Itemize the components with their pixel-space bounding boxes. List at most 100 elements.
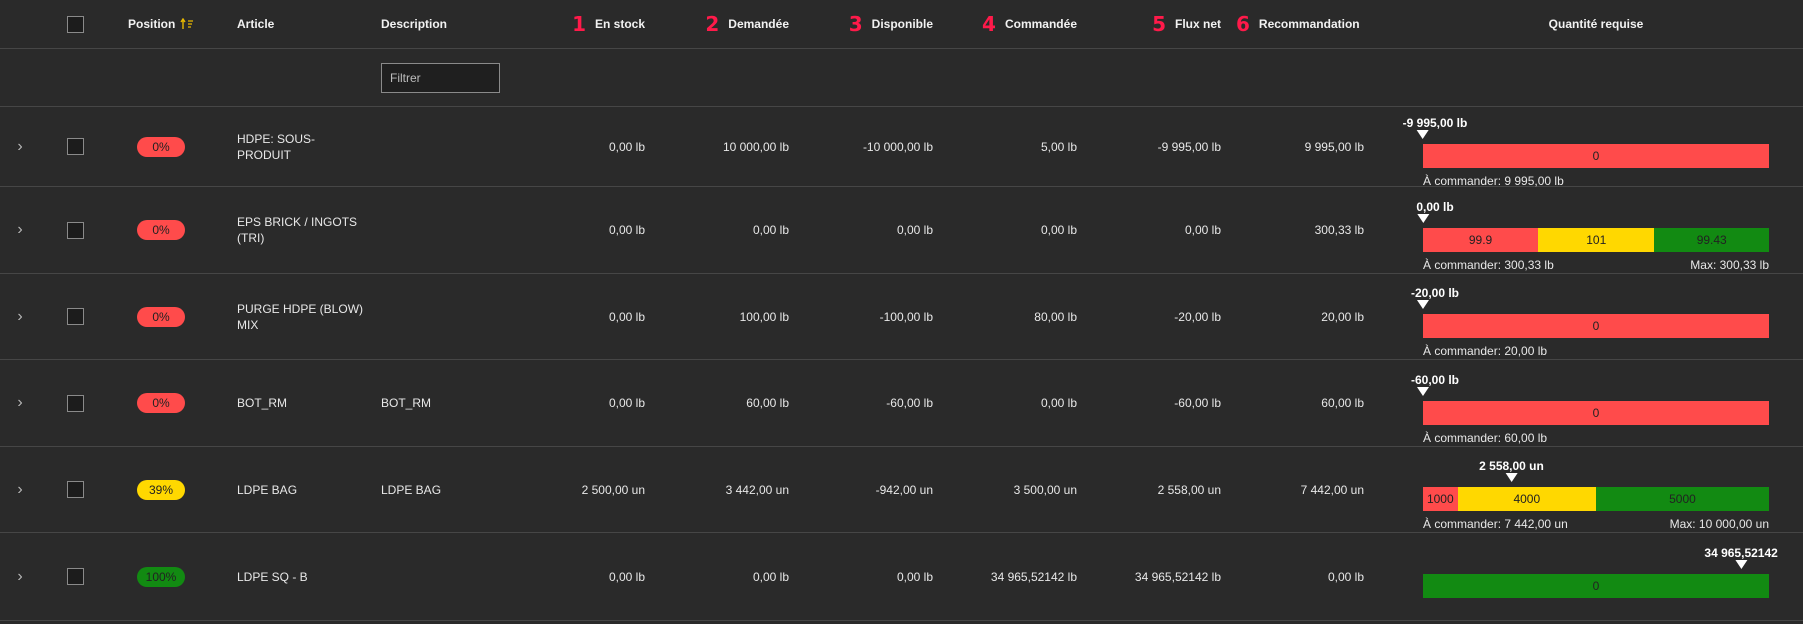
gauge-segment: 4000 bbox=[1457, 487, 1596, 511]
expand-chevron-icon[interactable]: › bbox=[17, 138, 22, 156]
commandee-cell: 3 500,00 un bbox=[1013, 482, 1077, 497]
column-header-label: Flux net bbox=[1174, 17, 1221, 31]
marker-label: -20,00 lb bbox=[1410, 286, 1460, 300]
required-quantity-gauge: 0,00 lb 99.9 101 99.43 À commander: 300,33 l… bbox=[1416, 187, 1771, 273]
article-name: LDPE BAG bbox=[237, 482, 298, 497]
column-header-label: Demandée bbox=[728, 17, 789, 31]
demandee-cell: 60,00 lb bbox=[746, 396, 789, 410]
sort-ascending-icon[interactable] bbox=[180, 18, 194, 30]
column-header-label: Quantité requise bbox=[1548, 17, 1644, 31]
disponible-cell: -100,00 lb bbox=[879, 309, 933, 324]
net-flow-marker: -60,00 lb bbox=[1399, 373, 1459, 396]
description-filter-input[interactable] bbox=[381, 63, 500, 93]
expand-chevron-icon[interactable]: › bbox=[17, 394, 22, 412]
filter-row bbox=[0, 49, 1803, 107]
table-row[interactable]: › 100% LDPE SQ - B 0,00 lb 0,00 lb 0,00 lb 34 … bbox=[0, 533, 1803, 621]
row-checkbox[interactable] bbox=[67, 568, 84, 585]
net-flow-marker: 0,00 lb bbox=[1404, 200, 1454, 223]
commandee-cell: 5,00 lb bbox=[1040, 139, 1077, 154]
disponible-cell: 0,00 lb bbox=[896, 223, 933, 237]
recommandation-cell: 7 442,00 un bbox=[1300, 482, 1364, 497]
position-badge: 0% bbox=[137, 393, 185, 413]
marker-triangle-icon bbox=[1505, 473, 1518, 482]
row-checkbox[interactable] bbox=[67, 308, 84, 325]
required-quantity-gauge: 34 965,52142 0 bbox=[1423, 533, 1778, 620]
gauge-bar: 1000 4000 5000 bbox=[1423, 487, 1769, 511]
gauge-bar: 0 bbox=[1423, 314, 1769, 338]
column-header-en-stock[interactable]: 1 En stock bbox=[540, 0, 645, 48]
flux-net-cell: -9 995,00 lb bbox=[1157, 139, 1221, 154]
marker-label: -60,00 lb bbox=[1410, 373, 1460, 387]
gauge-bar: 99.9 101 99.43 bbox=[1423, 228, 1769, 252]
gauge-footer: À commander: 20,00 lb bbox=[1423, 344, 1769, 358]
recommandation-cell: 20,00 lb bbox=[1321, 309, 1364, 324]
row-checkbox[interactable] bbox=[67, 221, 84, 239]
column-header-flux-net[interactable]: 5 Flux net bbox=[1120, 0, 1221, 48]
marker-triangle-icon bbox=[1735, 560, 1748, 569]
column-header-article[interactable]: Article bbox=[237, 0, 274, 48]
column-header-recommandation[interactable]: 6 Recommandation bbox=[1236, 0, 1360, 48]
disponible-cell: 0,00 lb bbox=[896, 569, 933, 584]
expand-chevron-icon[interactable]: › bbox=[17, 481, 22, 499]
column-header-commandee[interactable]: 4 Commandée bbox=[965, 0, 1077, 48]
commandee-cell: 80,00 lb bbox=[1034, 309, 1077, 324]
description-text: LDPE BAG bbox=[381, 482, 442, 497]
position-badge: 0% bbox=[137, 306, 185, 327]
en-stock-cell: 0,00 lb bbox=[608, 223, 645, 237]
marker-label: -9 995,00 lb bbox=[1402, 116, 1468, 130]
column-header-description[interactable]: Description bbox=[381, 0, 447, 48]
gauge-segment: 101 bbox=[1538, 228, 1655, 252]
table-row[interactable]: › 0% BOT_RM BOT_RM 0,00 lb 60,00 lb -60,00 lb 0… bbox=[0, 360, 1803, 447]
en-stock-cell: 2 500,00 un bbox=[581, 482, 645, 497]
gauge-segment: 0 bbox=[1423, 144, 1769, 168]
gauge-footer: À commander: 9 995,00 lb bbox=[1423, 174, 1769, 188]
column-number-badge: 4 bbox=[982, 12, 996, 36]
article-name: BOT_RM bbox=[237, 396, 288, 410]
expand-chevron-icon[interactable]: › bbox=[17, 308, 22, 326]
gauge-segment: 1000 bbox=[1423, 487, 1458, 511]
gauge-segment: 5000 bbox=[1595, 487, 1769, 511]
required-quantity-gauge: -9 995,00 lb 0 À commander: 9 995,00 lb bbox=[1403, 107, 1771, 188]
marker-triangle-icon bbox=[1417, 387, 1429, 396]
column-header-position[interactable]: Position bbox=[128, 0, 194, 48]
column-header-demandee[interactable]: 2 Demandée bbox=[680, 0, 789, 48]
row-checkbox[interactable] bbox=[67, 481, 84, 498]
flux-net-cell: 34 965,52142 lb bbox=[1134, 569, 1221, 584]
disponible-cell: -10 000,00 lb bbox=[862, 139, 933, 154]
article-name: HDPE: SOUS-PRODUIT bbox=[237, 131, 316, 162]
select-all-checkbox[interactable] bbox=[67, 15, 84, 33]
flux-net-cell: -60,00 lb bbox=[1174, 396, 1221, 410]
marker-triangle-icon bbox=[1416, 214, 1429, 223]
row-checkbox[interactable] bbox=[67, 394, 84, 412]
expand-chevron-icon[interactable]: › bbox=[17, 221, 22, 239]
demandee-cell: 100,00 lb bbox=[739, 309, 789, 324]
en-stock-cell: 0,00 lb bbox=[608, 309, 645, 324]
recommandation-cell: 60,00 lb bbox=[1321, 396, 1364, 410]
gauge-bar: 0 bbox=[1423, 401, 1769, 425]
gauge-footer: À commander: 7 442,00 un Max: 10 000,00 u… bbox=[1423, 517, 1769, 531]
gauge-bar: 0 bbox=[1423, 574, 1769, 598]
column-number-badge: 6 bbox=[1236, 12, 1250, 36]
column-header-disponible[interactable]: 3 Disponible bbox=[825, 0, 933, 48]
recommandation-cell: 9 995,00 lb bbox=[1304, 139, 1364, 154]
table-row[interactable]: › 0% HDPE: SOUS-PRODUIT 0,00 lb 10 000,00 lb… bbox=[0, 107, 1803, 188]
column-header-quantite-requise[interactable]: Quantité requise bbox=[1423, 0, 1769, 48]
to-order-text: À commander: 60,00 lb bbox=[1423, 431, 1548, 445]
marker-label: 34 965,52142 bbox=[1704, 546, 1778, 560]
net-flow-marker: 34 965,52142 bbox=[1704, 546, 1778, 569]
disponible-cell: -60,00 lb bbox=[886, 396, 933, 410]
required-quantity-gauge: -60,00 lb 0 À commander: 60,00 lb bbox=[1411, 360, 1771, 446]
flux-net-cell: 0,00 lb bbox=[1184, 223, 1221, 237]
marker-triangle-icon bbox=[1417, 300, 1429, 309]
net-flow-marker: 2 558,00 un bbox=[1479, 459, 1544, 482]
to-order-text: À commander: 9 995,00 lb bbox=[1423, 174, 1564, 188]
column-number-badge: 2 bbox=[705, 12, 719, 36]
table-row[interactable]: › 0% PURGE HDPE (BLOW) MIX 0,00 lb 100,00 lb… bbox=[0, 274, 1803, 360]
table-row[interactable]: › 0% EPS BRICK / INGOTS (TRI) 0,00 lb 0,00 l… bbox=[0, 187, 1803, 274]
max-text: Max: 10 000,00 un bbox=[1669, 517, 1769, 531]
gauge-segment: 0 bbox=[1423, 574, 1769, 598]
row-checkbox[interactable] bbox=[67, 138, 84, 155]
table-row[interactable]: › 39% LDPE BAG LDPE BAG 2 500,00 un 3 442,00 … bbox=[0, 447, 1803, 533]
table-header: Position Article Description 1 En stock … bbox=[0, 0, 1803, 49]
expand-chevron-icon[interactable]: › bbox=[17, 568, 22, 586]
